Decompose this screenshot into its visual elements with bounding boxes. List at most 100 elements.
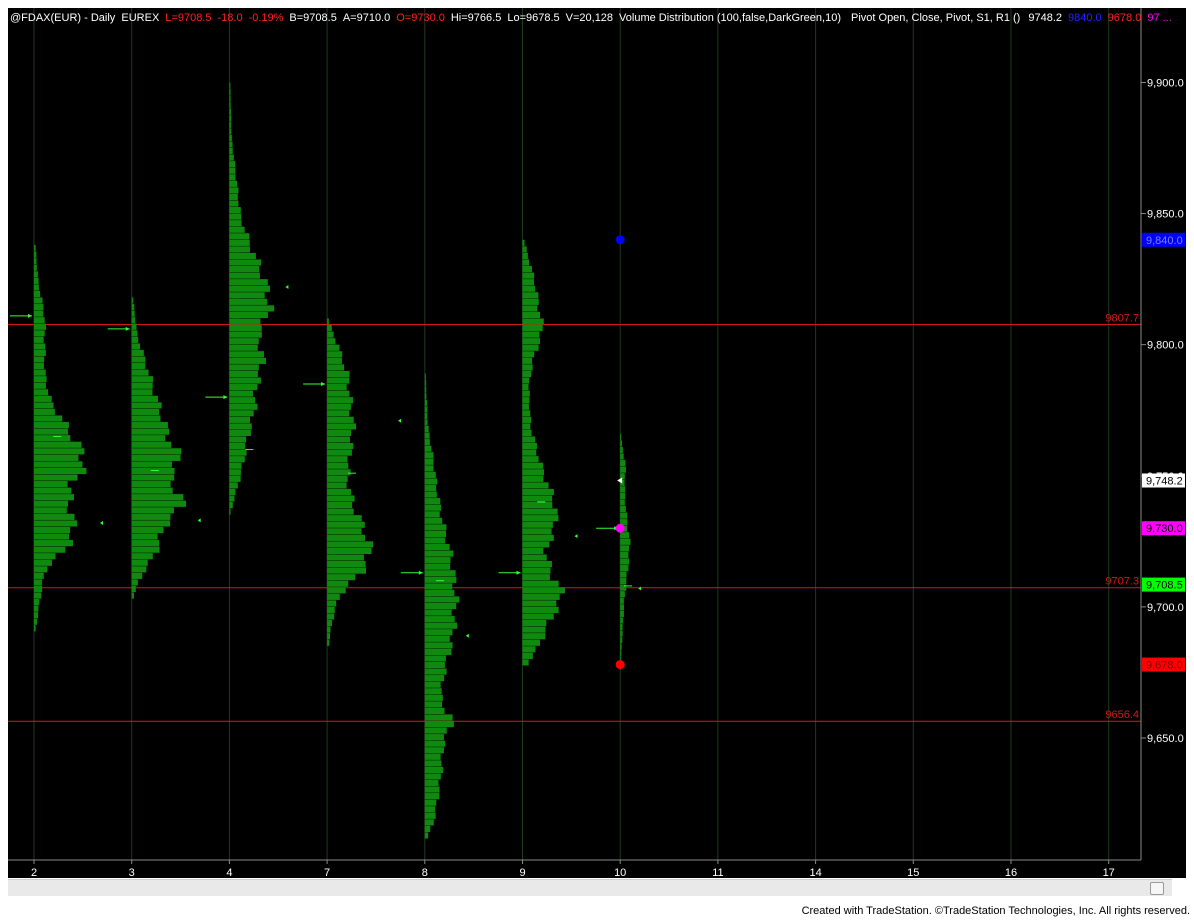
profile-bar — [229, 305, 275, 312]
profile-bar — [327, 410, 350, 417]
profile-bar — [424, 799, 437, 806]
profile-bar — [131, 566, 147, 573]
chart-canvas[interactable]: 9807.7 9707.3 9656.4 9,900.0 9,850.0 9,800.0… — [0, 0, 1194, 918]
profile-bar — [424, 661, 445, 669]
profile-bar — [424, 596, 460, 603]
profile-bar — [229, 475, 241, 482]
profile-bar — [131, 513, 171, 520]
profile-bar — [229, 462, 242, 469]
profile-bar — [522, 246, 527, 253]
profile-bar — [34, 605, 39, 612]
scrollbar-thumb[interactable] — [1150, 882, 1164, 895]
profile-bar — [131, 349, 144, 357]
plot-background — [8, 8, 1186, 878]
profile-bar — [229, 502, 233, 509]
profile-bar — [229, 207, 241, 214]
profile-bar — [522, 639, 540, 646]
profile-bar — [229, 272, 260, 279]
profile-bar — [522, 502, 553, 509]
x-tick-label: 11 — [712, 867, 723, 879]
profile-bar — [131, 507, 174, 514]
profile-bar — [424, 629, 453, 636]
profile-bar — [424, 412, 428, 419]
profile-bar — [522, 626, 546, 633]
profile-bar — [522, 547, 544, 555]
profile-bar — [620, 433, 622, 440]
profile-bar — [424, 517, 443, 524]
x-tick-label: 7 — [324, 867, 330, 879]
profile-bar — [327, 416, 354, 423]
profile-bar — [522, 266, 532, 273]
profile-bar — [34, 363, 44, 370]
profile-bar — [229, 167, 236, 174]
profile-bar — [131, 585, 136, 593]
profile-bar — [327, 429, 352, 437]
profile-bar — [620, 630, 623, 637]
x-tick-label: 4 — [226, 867, 232, 879]
profile-bar — [620, 650, 622, 657]
profile-bar — [327, 390, 350, 397]
profile-bar — [131, 422, 168, 429]
profile-bar — [327, 521, 365, 528]
profile-bar — [34, 415, 63, 422]
profile-bar — [620, 597, 624, 604]
profile-bar — [229, 357, 266, 364]
bid-price: B=9708.5 — [289, 12, 336, 24]
profile-bar — [327, 351, 343, 358]
profile-bar — [522, 659, 529, 666]
profile-bar — [327, 633, 330, 640]
profile-bar — [34, 389, 49, 396]
horizontal-scrollbar[interactable] — [8, 879, 1172, 896]
profile-bar — [229, 429, 251, 437]
profile-bar — [327, 436, 350, 443]
profile-bar — [424, 707, 445, 714]
footer-credit: Created with TradeStation. ©TradeStation… — [801, 905, 1190, 917]
profile-bar — [424, 425, 429, 433]
profile-bar — [229, 174, 236, 181]
profile-bar — [229, 180, 238, 187]
profile-bar — [424, 747, 444, 754]
profile-bar — [34, 481, 68, 488]
profile-bar — [229, 128, 232, 135]
profile-bar — [131, 317, 136, 324]
profile-bar — [34, 592, 42, 599]
profile-bar — [522, 508, 558, 515]
profile-bar — [522, 567, 551, 574]
profile-bar — [34, 382, 46, 389]
profile-bar — [424, 511, 440, 518]
profile-bar — [522, 593, 560, 600]
profile-bar — [522, 613, 554, 620]
profile-bar — [522, 580, 559, 587]
profile-bar — [424, 380, 427, 387]
x-tick-label: 8 — [422, 867, 428, 879]
profile-bar — [424, 648, 452, 655]
profile-bar — [327, 587, 346, 594]
profile-bar — [424, 432, 430, 439]
profile-bar — [34, 264, 37, 271]
profile-bar — [229, 298, 268, 305]
profile-bar — [424, 419, 428, 426]
profile-bar — [424, 373, 426, 380]
x-tick-label: 15 — [907, 867, 919, 879]
pivot-dot-s1 — [615, 660, 625, 670]
profile-bar — [620, 492, 626, 499]
profile-bar — [424, 386, 427, 393]
profile-bar — [327, 403, 351, 410]
profile-bar — [522, 279, 534, 286]
profile-bar — [620, 446, 623, 454]
profile-bar — [620, 604, 625, 611]
profile-bar — [424, 786, 440, 793]
profile-bar — [620, 532, 630, 539]
profile-bar — [620, 623, 623, 631]
profile-bar — [424, 478, 438, 485]
profile-bar — [327, 626, 331, 633]
profile-bar — [522, 305, 538, 312]
profile-bar — [34, 566, 48, 573]
profile-bar — [522, 259, 529, 266]
profile-bar — [131, 356, 146, 363]
profile-bar — [327, 488, 352, 496]
chart-area[interactable]: 9807.7 9707.3 9656.4 9,900.0 9,850.0 9,800.0… — [0, 0, 1194, 918]
profile-bar — [327, 338, 336, 345]
profile-bar — [131, 389, 153, 396]
profile-bar — [424, 576, 457, 583]
